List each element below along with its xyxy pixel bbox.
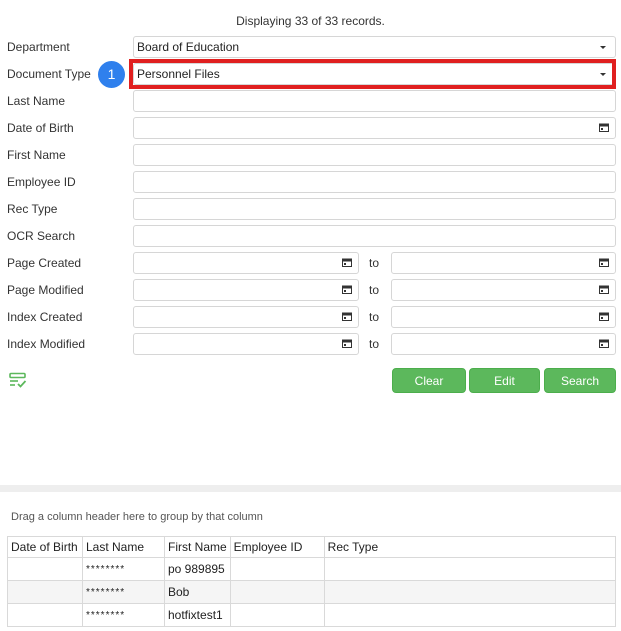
ocr-search-input[interactable] <box>133 225 616 247</box>
index-modified-label: Index Modified <box>7 337 86 351</box>
calendar-icon[interactable] <box>342 312 352 321</box>
table-row[interactable]: ******** hotfixtest1 <box>7 603 617 627</box>
table-cell <box>7 557 83 581</box>
calendar-icon[interactable] <box>342 258 352 267</box>
table-cell <box>7 603 83 627</box>
calendar-icon[interactable] <box>599 123 609 132</box>
range-to-label: to <box>369 256 380 270</box>
index-modified-to[interactable] <box>391 333 616 355</box>
table-cell <box>229 580 325 604</box>
records-count: Displaying 33 of 33 records. <box>236 14 385 28</box>
table-cell: hotfixtest1 <box>164 603 231 627</box>
group-by-hint: Drag a column header here to group by th… <box>11 511 263 523</box>
column-header-date-of-birth[interactable]: Date of Birth <box>7 536 83 558</box>
table-row[interactable]: ******** po 989895 <box>7 557 617 581</box>
index-created-from[interactable] <box>133 306 359 328</box>
list-check-icon[interactable] <box>9 372 27 388</box>
column-header-rec-type[interactable]: Rec Type <box>323 536 617 558</box>
caret-down-icon <box>600 46 606 49</box>
page-modified-from[interactable] <box>133 279 359 301</box>
page-modified-label: Page Modified <box>7 283 84 297</box>
clear-button[interactable]: Clear <box>392 368 466 393</box>
page-created-to[interactable] <box>391 252 616 274</box>
table-cell: ******** <box>82 580 165 604</box>
index-created-label: Index Created <box>7 310 83 324</box>
table-cell <box>229 603 325 627</box>
column-header-first-name[interactable]: First Name <box>164 536 231 558</box>
range-to-label: to <box>369 283 380 297</box>
employee-id-input[interactable] <box>133 171 616 193</box>
calendar-icon[interactable] <box>599 312 609 321</box>
range-to-label: to <box>369 310 380 324</box>
date-of-birth-label: Date of Birth <box>7 121 74 135</box>
search-button[interactable]: Search <box>544 368 616 393</box>
table-cell <box>323 603 617 627</box>
ocr-search-label: OCR Search <box>7 229 76 243</box>
calendar-icon[interactable] <box>599 285 609 294</box>
step-badge: 1 <box>98 61 125 88</box>
table-cell <box>323 580 617 604</box>
index-modified-from[interactable] <box>133 333 359 355</box>
calendar-icon[interactable] <box>342 339 352 348</box>
document-type-label: Document Type <box>7 67 91 81</box>
calendar-icon[interactable] <box>599 339 609 348</box>
table-cell <box>7 580 83 604</box>
last-name-label: Last Name <box>7 94 66 108</box>
table-cell <box>323 557 617 581</box>
first-name-label: First Name <box>7 148 66 162</box>
last-name-input[interactable] <box>133 90 616 112</box>
date-of-birth-input[interactable] <box>133 117 616 139</box>
table-cell <box>229 557 325 581</box>
highlight-box <box>129 59 616 89</box>
table-row[interactable]: ******** Bob <box>7 580 617 604</box>
rec-type-input[interactable] <box>133 198 616 220</box>
page-created-label: Page Created <box>7 256 82 270</box>
calendar-icon[interactable] <box>599 258 609 267</box>
section-divider <box>0 485 621 492</box>
table-cell: Bob <box>164 580 231 604</box>
edit-button[interactable]: Edit <box>469 368 540 393</box>
department-label: Department <box>7 40 70 54</box>
column-header-last-name[interactable]: Last Name <box>82 536 165 558</box>
table-cell: ******** <box>82 557 165 581</box>
table-cell: ******** <box>82 603 165 627</box>
page-modified-to[interactable] <box>391 279 616 301</box>
calendar-icon[interactable] <box>342 285 352 294</box>
department-value: Board of Education <box>137 40 240 54</box>
employee-id-label: Employee ID <box>7 175 76 189</box>
page-created-from[interactable] <box>133 252 359 274</box>
department-select[interactable]: Board of Education <box>133 36 616 58</box>
index-created-to[interactable] <box>391 306 616 328</box>
rec-type-label: Rec Type <box>7 202 58 216</box>
table-cell: po 989895 <box>164 557 231 581</box>
range-to-label: to <box>369 337 380 351</box>
results-grid: Date of Birth Last Name First Name Emplo… <box>7 536 617 627</box>
column-header-employee-id[interactable]: Employee ID <box>229 536 325 558</box>
first-name-input[interactable] <box>133 144 616 166</box>
